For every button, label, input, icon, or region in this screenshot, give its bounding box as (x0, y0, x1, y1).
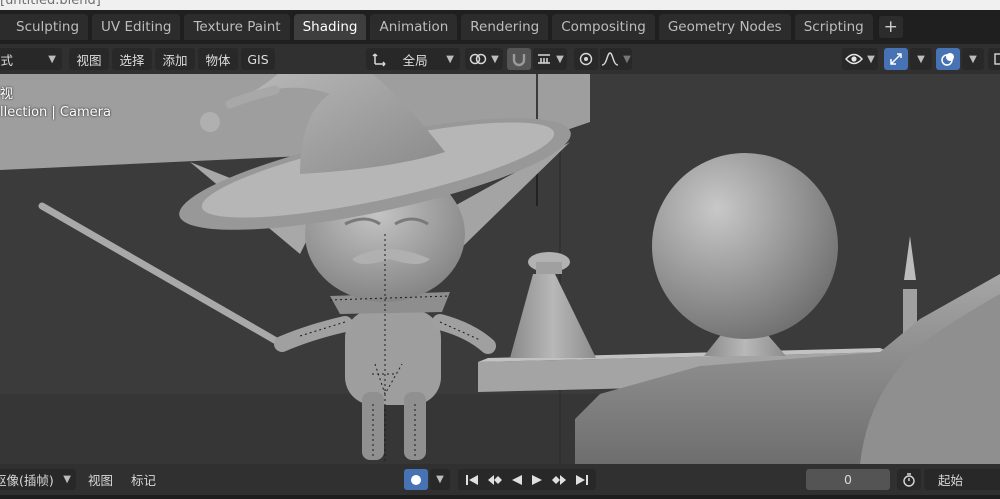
timeline-menu-view[interactable]: 视图 (88, 469, 113, 490)
chevron-down-icon: ▼ (917, 53, 925, 65)
visibility-dropdown[interactable]: ▼ (842, 48, 878, 70)
cone-object (510, 274, 596, 358)
overlays-dropdown[interactable]: ▼ (962, 48, 984, 70)
chevron-down-icon: ▼ (556, 53, 564, 65)
character-body (345, 310, 441, 405)
gizmo-dropdown[interactable]: ▼ (910, 48, 932, 70)
chevron-down-icon: ▼ (63, 474, 71, 485)
current-frame-value: 0 (844, 472, 852, 487)
playback-controls (458, 469, 596, 490)
mode-label: 模式 (0, 52, 14, 68)
viewport-collection-label: llection | Camera (0, 105, 111, 120)
menu-add[interactable]: 添加 (155, 48, 195, 70)
overlays-icon (941, 53, 954, 66)
chevron-down-icon: ▼ (623, 53, 631, 65)
workspace-tabs: Sculpting UV Editing Texture Paint Shadi… (0, 10, 1000, 44)
gizmo-icon (890, 53, 902, 65)
menu-select[interactable]: 选择 (112, 48, 152, 70)
jump-to-previous-keyframe-icon[interactable] (487, 474, 503, 486)
playback-timer-toggle[interactable] (897, 469, 921, 490)
orientation-axes-icon (372, 53, 386, 67)
jump-to-next-keyframe-icon[interactable] (551, 474, 567, 486)
tab-geometry-nodes[interactable]: Geometry Nodes (658, 14, 791, 40)
tab-compositing[interactable]: Compositing (552, 14, 655, 40)
chevron-down-icon: ▼ (446, 53, 454, 65)
snap-target-dropdown[interactable]: ▼ (533, 48, 567, 70)
chevron-down-icon: ▼ (969, 53, 977, 65)
viewport-header: 模式 ▼ 视图 选择 添加 物体 GIS 全局 ▼ ▼ ▼ ▼ ▼ ▼ ▼ (0, 44, 1000, 74)
menu-view[interactable]: 视图 (69, 48, 109, 70)
3d-viewport[interactable]: 视 llection | Camera (0, 74, 1000, 464)
viewport-view-label: 视 (0, 87, 14, 102)
menu-gis[interactable]: GIS (241, 48, 275, 70)
tab-sculpting[interactable]: Sculpting (0, 14, 89, 40)
snap-increment-icon (538, 54, 551, 64)
mode-dropdown[interactable]: 模式 ▼ (0, 48, 62, 70)
proportional-edit-toggle[interactable] (574, 48, 598, 70)
hat-tassel (200, 112, 220, 132)
stopwatch-icon (903, 472, 915, 487)
falloff-dropdown[interactable]: ▼ (600, 48, 632, 70)
keying-label: 抠像(插帧) (0, 473, 54, 488)
chevron-down-icon: ▼ (867, 53, 875, 65)
snap-toggle[interactable] (507, 48, 531, 70)
chevron-down-icon: ▼ (491, 53, 499, 65)
transform-orientation-dropdown[interactable]: 全局 ▼ (366, 48, 460, 70)
orientation-label: 全局 (402, 52, 428, 68)
current-frame-field[interactable]: 0 (806, 469, 890, 490)
viewport-scene (0, 74, 1000, 464)
play-icon[interactable] (531, 474, 543, 486)
xray-icon (994, 53, 1000, 65)
eye-icon (845, 53, 864, 65)
jump-to-end-icon[interactable] (575, 474, 589, 486)
record-icon (411, 474, 421, 485)
tab-animation[interactable]: Animation (370, 14, 458, 40)
chevron-down-icon: ▼ (48, 53, 56, 65)
tab-rendering[interactable]: Rendering (461, 14, 549, 40)
timeline-menu-marker[interactable]: 标记 (131, 469, 156, 490)
keying-set-dropdown[interactable]: ▼ (430, 469, 450, 490)
window-titlebar: [untitled.blend] (0, 0, 1000, 10)
jump-to-start-icon[interactable] (465, 474, 479, 486)
frame-start-field[interactable]: 起始 (924, 469, 1000, 490)
tab-texture-paint[interactable]: Texture Paint (184, 14, 290, 40)
link-icon (469, 53, 487, 65)
overlays-toggle[interactable] (936, 48, 960, 70)
tab-uv-editing[interactable]: UV Editing (92, 14, 181, 40)
timeline-header: 抠像(插帧) ▼ 视图 标记 ▼ 0 起始 (0, 464, 1000, 495)
falloff-curve-icon (601, 52, 619, 66)
timeline-strip (0, 495, 1000, 499)
play-reverse-icon[interactable] (511, 474, 523, 486)
proportional-edit-icon (579, 52, 593, 66)
keying-dropdown[interactable]: 抠像(插帧) ▼ (0, 469, 76, 490)
magnet-icon (512, 54, 526, 67)
gizmo-toggle[interactable] (884, 48, 908, 70)
frame-start-label: 起始 (938, 473, 964, 488)
menu-object[interactable]: 物体 (198, 48, 238, 70)
add-workspace-button[interactable]: + (878, 16, 903, 38)
tab-scripting[interactable]: Scripting (794, 14, 873, 40)
tab-shading[interactable]: Shading (293, 14, 367, 40)
window-title: [untitled.blend] (0, 0, 101, 8)
chevron-down-icon: ▼ (436, 474, 444, 485)
sphere-object (652, 153, 838, 339)
auto-keying-toggle[interactable] (404, 469, 428, 490)
xray-toggle[interactable] (988, 48, 1000, 70)
pivot-point-dropdown[interactable]: ▼ (465, 48, 503, 70)
